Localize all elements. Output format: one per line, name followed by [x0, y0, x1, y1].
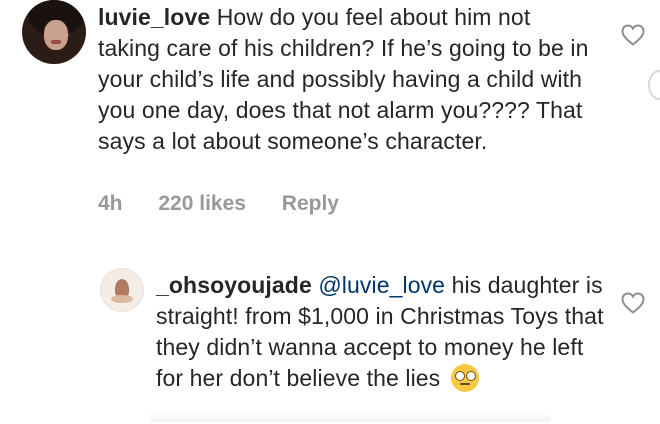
avatar[interactable]: [22, 0, 86, 64]
avatar-lips: [51, 40, 61, 44]
comment-likes[interactable]: 220 likes: [158, 192, 246, 215]
comment-body: luvie_love How do you feel about him not…: [98, 2, 598, 157]
reply-mention[interactable]: @luvie_love: [318, 272, 445, 298]
heart-icon[interactable]: [621, 24, 645, 46]
side-scroll-indicator: [648, 70, 660, 100]
cut-off-next-line: [150, 412, 550, 422]
reply-avatar-base: [111, 295, 133, 303]
rolling-eyes-emoji-icon: [450, 364, 479, 392]
reply-button[interactable]: Reply: [282, 192, 339, 215]
comment-thread: luvie_love How do you feel about him not…: [0, 0, 660, 424]
reply-username[interactable]: _ohsoyoujade: [156, 272, 312, 298]
comment-username[interactable]: luvie_love: [98, 4, 210, 30]
comment-time[interactable]: 4h: [98, 192, 123, 215]
comment-meta: 4h 220 likes Reply: [98, 192, 369, 216]
reply-heart-icon[interactable]: [621, 292, 645, 314]
reply-body: _ohsoyoujade @luvie_love his daughter is…: [156, 270, 616, 394]
avatar-face: [44, 20, 68, 50]
reply-avatar[interactable]: [100, 268, 144, 312]
